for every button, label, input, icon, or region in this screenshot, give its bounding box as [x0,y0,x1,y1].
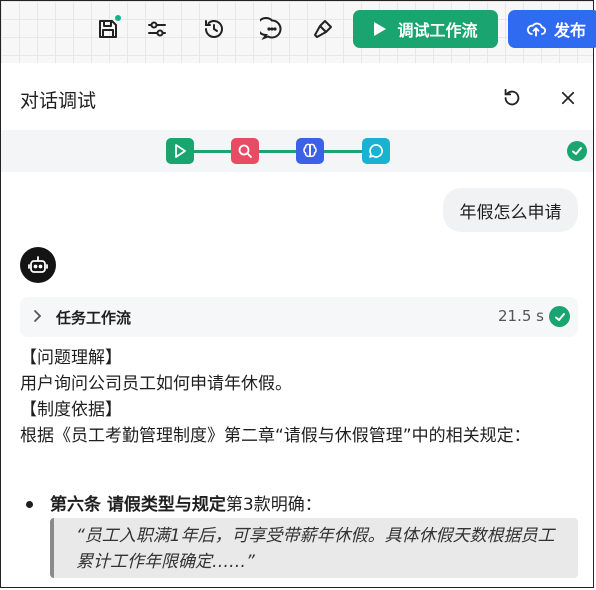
start-node[interactable] [166,138,194,164]
llm-node[interactable] [296,138,324,164]
task-workflow-label: 任务工作流 [56,309,132,327]
close-button[interactable] [556,86,580,110]
connector [324,150,362,153]
user-message-text: 年假怎么申请 [459,202,562,223]
bullet-bold-text: 第六条 请假类型与规定 [50,495,226,515]
cloud-upload-icon [526,22,546,37]
publish-button[interactable]: 发布 [508,10,596,48]
connector [259,150,296,153]
debug-panel-header: 对话调试 [0,64,594,130]
connector [194,150,231,153]
publish-label: 发布 [554,21,587,40]
brain-icon [303,143,317,158]
search-icon [238,144,252,158]
history-button[interactable] [200,15,228,43]
panel-title: 对话调试 [20,90,97,112]
section-text: 用户询问公司员工如何申请年休假。 [20,374,292,394]
settings-sliders-icon [148,21,166,37]
section-title: 【问题理解】 [20,348,122,368]
quote-text: “员工入职满1年后，可享受带薪年休假。具体休假天数根据员工累计工作年限确定……” [76,526,555,572]
reset-button[interactable] [500,86,524,110]
check-icon [572,147,582,155]
comment-button[interactable] [258,15,286,43]
debug-workflow-button[interactable]: 调试工作流 [353,10,498,48]
save-button[interactable] [94,15,122,43]
task-workflow-card[interactable]: 任务工作流 21.5 s [20,297,578,337]
chat-icon [369,144,383,158]
task-duration: 21.5 s [498,307,544,325]
robot-icon [28,256,48,273]
workflow-progress-bar [1,130,593,172]
chevron-right-icon[interactable] [32,309,42,323]
brush-icon [314,20,332,38]
bullet-marker [26,501,33,508]
task-status-success [549,306,570,327]
reset-icon [504,88,520,106]
check-icon [554,312,565,321]
comment-dots-icon [260,17,282,41]
bot-avatar [20,247,56,283]
section-text: 根据《员工考勤管理制度》第二章“请假与休假管理”中的相关规定： [20,426,531,446]
style-brush-button[interactable] [309,15,337,43]
play-icon [374,22,387,36]
section-title: 【制度依据】 [20,400,122,420]
workflow-toolbar: 调试工作流 发布 [1,1,596,63]
play-icon [175,144,186,158]
unsaved-indicator [115,15,121,21]
settings-button[interactable] [143,15,171,43]
reply-node[interactable] [362,138,390,164]
bullet-item: 第六条 请假类型与规定第3款明确： [50,492,322,518]
history-icon [205,20,223,38]
bot-answer: 【问题理解】 用户询问公司员工如何申请年休假。 【制度依据】 根据《员工考勤管理… [20,345,586,449]
bullet-text: 第3款明确： [225,495,322,515]
debug-workflow-label: 调试工作流 [397,21,478,40]
quote-block: “员工入职满1年后，可享受带薪年休假。具体休假天数根据员工累计工作年限确定……” [50,518,578,578]
user-message-bubble: 年假怎么申请 [443,188,578,232]
search-node[interactable] [231,138,259,164]
workflow-status-success [567,141,587,161]
close-icon [561,91,575,105]
